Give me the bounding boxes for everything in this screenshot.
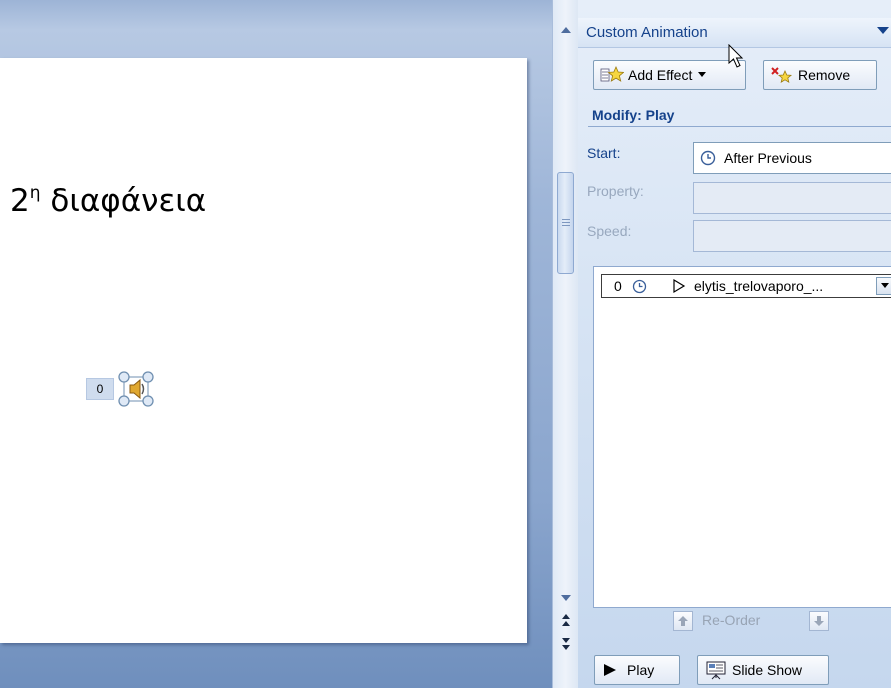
slide-workspace: 2η διαφάνεια 0	[0, 0, 552, 688]
scroll-up-arrow-icon	[561, 27, 571, 33]
scroll-up-button[interactable]	[553, 20, 579, 40]
property-dropdown[interactable]	[693, 182, 891, 214]
start-dropdown[interactable]: After Previous	[693, 142, 891, 174]
play-label: Play	[627, 662, 655, 678]
modify-section-title: Modify: Play	[592, 107, 675, 123]
list-item[interactable]: 0 elytis_trelovaporo_...	[601, 274, 891, 298]
add-effect-button[interactable]: Add Effect	[593, 60, 746, 90]
reorder-up-button[interactable]	[673, 611, 693, 631]
animation-list[interactable]: 0 elytis_trelovaporo_...	[593, 266, 891, 608]
reorder-label: Re-Order	[702, 612, 761, 628]
animation-order-tag[interactable]: 0	[86, 378, 114, 400]
slide-title[interactable]: 2η διαφάνεια	[10, 175, 206, 219]
sound-object[interactable]	[114, 369, 160, 409]
play-triangle-icon	[672, 278, 686, 299]
chevron-down-icon	[880, 283, 889, 288]
remove-effect-icon	[770, 65, 794, 85]
clock-icon	[700, 150, 716, 171]
pane-menu-button[interactable]	[877, 22, 889, 38]
slideshow-button[interactable]: Slide Show	[697, 655, 829, 685]
scroll-grip-icon	[561, 219, 570, 227]
sound-icon	[118, 371, 154, 407]
scroll-down-arrow-icon	[561, 595, 571, 601]
star-icon	[600, 65, 624, 85]
speed-label: Speed:	[587, 223, 632, 239]
slideshow-icon	[704, 660, 728, 680]
arrow-up-icon	[678, 616, 688, 626]
arrow-down-icon	[814, 616, 824, 626]
mouse-cursor-icon	[728, 43, 746, 70]
slide-title-text: διαφάνεια	[40, 183, 207, 219]
reorder-controls: Re-Order	[673, 610, 843, 636]
slide-title-superscript: η	[29, 183, 41, 203]
remove-button[interactable]: Remove	[763, 60, 877, 90]
slideshow-label: Slide Show	[732, 662, 803, 678]
play-icon	[604, 664, 616, 676]
chevron-down-icon	[877, 27, 889, 34]
speed-dropdown[interactable]	[693, 220, 891, 252]
start-value: After Previous	[724, 150, 812, 166]
property-label: Property:	[587, 183, 644, 199]
scroll-down-button[interactable]	[553, 588, 579, 608]
slide-title-number: 2	[10, 183, 30, 219]
remove-label: Remove	[798, 67, 851, 83]
double-up-arrow-icon	[562, 614, 570, 626]
pane-title: Custom Animation	[586, 24, 708, 41]
animation-item-dropdown[interactable]	[876, 277, 891, 295]
play-button[interactable]: Play	[594, 655, 680, 685]
clock-icon	[632, 279, 647, 299]
vertical-scrollbar[interactable]	[552, 0, 578, 688]
next-slide-button[interactable]	[557, 636, 575, 656]
add-effect-label: Add Effect	[628, 67, 693, 83]
double-down-arrow-icon	[562, 638, 570, 650]
start-label: Start:	[587, 145, 621, 161]
reorder-down-button[interactable]	[809, 611, 829, 631]
previous-slide-button[interactable]	[557, 612, 575, 632]
dropdown-arrow-icon	[698, 72, 707, 77]
slide-canvas[interactable]: 2η διαφάνεια	[0, 58, 527, 643]
animation-order: 0	[614, 278, 622, 294]
section-divider	[588, 126, 891, 127]
custom-animation-pane: Custom Animation Add Effect Remove Modif…	[578, 0, 891, 688]
animation-name: elytis_trelovaporo_...	[694, 278, 824, 294]
scroll-thumb[interactable]	[557, 172, 574, 274]
